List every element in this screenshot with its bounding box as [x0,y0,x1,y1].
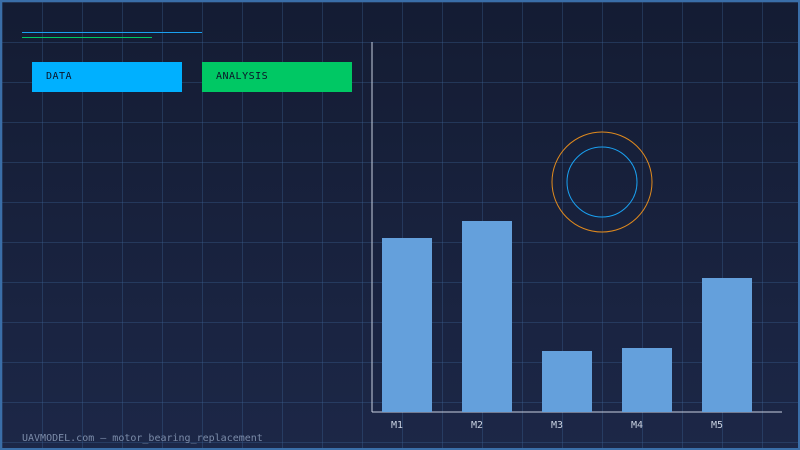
decor-ring-inner [566,146,638,218]
bar-m3 [542,351,592,412]
x-tick-label-m1: M1 [391,420,403,431]
x-tick-label-m4: M4 [631,420,643,431]
x-tick-label-m3: M3 [551,420,563,431]
bar-m4 [622,348,672,412]
bar-m1 [382,238,432,412]
bar-chart: M1 M2 M3 M4 M5 [371,42,782,431]
x-tick-label-m2: M2 [471,420,483,431]
chart-canvas: DATA ANALYSIS M1 M2 M3 M4 M5 UAVMODEL.com – … [0,0,800,450]
bar-m5 [702,278,752,412]
footer-watermark: UAVMODEL.com – motor_bearing_replacement [22,433,263,444]
bar-m2 [462,221,512,412]
x-tick-label-m5: M5 [711,420,723,431]
